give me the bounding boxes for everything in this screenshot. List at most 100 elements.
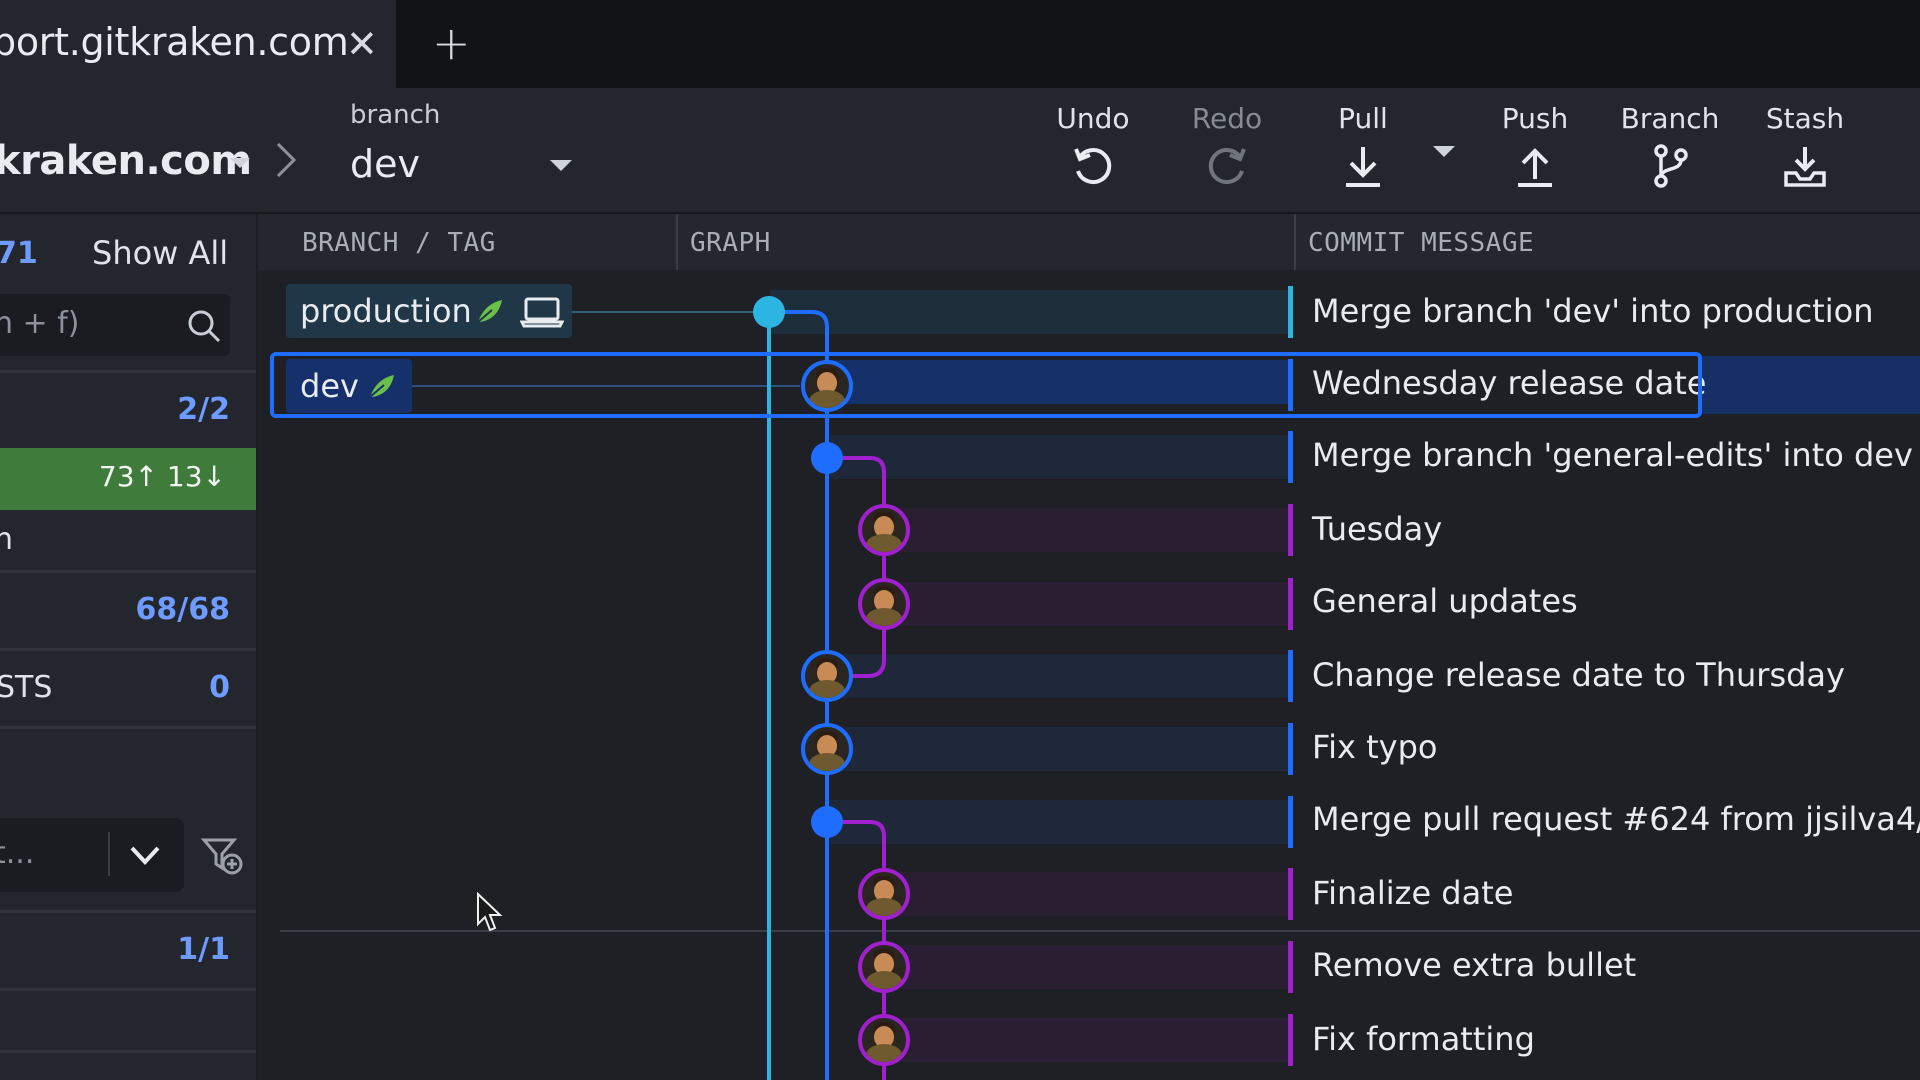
graph-row[interactable]	[830, 360, 1290, 404]
stash-label: Stash	[1765, 102, 1845, 135]
lane-marker	[1288, 504, 1293, 556]
branch-label-btn: Branch	[1620, 102, 1720, 135]
commit-message[interactable]: Fix formatting	[1312, 1020, 1535, 1058]
plus-icon[interactable]: +	[432, 16, 471, 70]
commit-node[interactable]	[811, 806, 843, 838]
commit-avatar[interactable]	[858, 578, 910, 630]
divider	[0, 910, 256, 913]
divider	[108, 832, 110, 876]
push-button[interactable]: Push	[1480, 102, 1590, 202]
redo-icon	[1208, 148, 1246, 185]
divider	[0, 370, 256, 373]
divider	[0, 726, 256, 729]
graph-row[interactable]	[890, 582, 1290, 626]
tab-active[interactable]: port.gitkraken.com ✕	[0, 0, 396, 88]
left-panel: 71 Show All n + f) 2/2 73↑ 13↓ n 68/68 S…	[0, 214, 256, 1080]
chevron-down-icon[interactable]	[128, 840, 162, 870]
branch-label: branch	[350, 100, 441, 130]
search-icon[interactable]	[186, 308, 222, 344]
commit-avatar[interactable]	[801, 360, 853, 412]
pull-requests-section[interactable]: STS	[0, 670, 52, 705]
pull-icon	[1346, 147, 1380, 187]
commit-message[interactable]: Wednesday release date	[1312, 364, 1706, 402]
commit-message[interactable]: Merge branch 'general-edits' into dev	[1312, 436, 1913, 474]
column-header-branch-tag[interactable]: BRANCH / TAG	[258, 214, 678, 270]
commit-message[interactable]: Merge branch 'dev' into production	[1312, 292, 1873, 330]
divider	[0, 570, 256, 573]
undo-label: Undo	[1056, 102, 1130, 135]
ref-production[interactable]: production	[286, 284, 572, 338]
lane-marker	[1288, 650, 1293, 702]
commit-message[interactable]: General updates	[1312, 582, 1578, 620]
ref-label: dev	[300, 367, 359, 405]
graph-row[interactable]	[890, 1018, 1290, 1062]
repo-name[interactable]: kraken.com	[0, 138, 252, 184]
commit-avatar[interactable]	[858, 941, 910, 993]
lane-marker	[1288, 723, 1293, 775]
chevron-right-icon	[276, 142, 297, 178]
branch-selector[interactable]: dev	[350, 142, 420, 186]
graph-row[interactable]	[890, 508, 1290, 552]
cursor-icon	[477, 892, 503, 932]
stash-button[interactable]: Stash	[1750, 102, 1860, 202]
graph-row[interactable]	[830, 800, 1290, 844]
commit-message[interactable]: Change release date to Thursday	[1312, 656, 1845, 694]
lane-marker	[1288, 941, 1293, 993]
lane-marker	[1288, 868, 1293, 920]
toolbar: kraken.com branch dev Undo Redo Pull Pus…	[0, 88, 1920, 214]
commit-node[interactable]	[753, 296, 785, 328]
tab-title: port.gitkraken.com	[0, 20, 349, 64]
repo-count: 71	[0, 236, 38, 271]
commit-message[interactable]: Tuesday	[1312, 510, 1442, 548]
commit-message[interactable]: Merge pull request #624 from jjsilva4/v7…	[1312, 800, 1920, 838]
graph-row[interactable]	[830, 727, 1290, 771]
ahead-behind-badge: 73↑ 13↓	[98, 460, 226, 493]
graph-row[interactable]	[890, 872, 1290, 916]
graph-row[interactable]	[770, 290, 1290, 334]
chevron-down-icon[interactable]	[550, 160, 572, 171]
commit-avatar[interactable]	[858, 504, 910, 556]
filter-add-icon[interactable]	[200, 834, 244, 878]
branch-icon	[1654, 144, 1688, 188]
branch-button[interactable]: Branch	[1615, 102, 1725, 202]
commit-message[interactable]: Remove extra bullet	[1312, 946, 1636, 984]
branch-list-item[interactable]: n	[0, 522, 13, 557]
undo-button[interactable]: Undo	[1038, 102, 1148, 202]
search-input[interactable]: n + f)	[0, 294, 230, 356]
graph-row[interactable]	[830, 654, 1290, 698]
commit-node[interactable]	[811, 442, 843, 474]
commit-avatar[interactable]	[801, 723, 853, 775]
filter-placeholder: t...	[0, 836, 35, 871]
show-all-button[interactable]: Show All	[92, 234, 228, 272]
divider	[0, 1050, 256, 1053]
divider	[0, 988, 256, 991]
commit-message[interactable]: Fix typo	[1312, 728, 1437, 766]
redo-button[interactable]: Redo	[1172, 102, 1282, 202]
leaf-icon	[477, 300, 502, 323]
filter-input[interactable]: t...	[0, 818, 184, 892]
pull-requests-count: 0	[209, 670, 230, 705]
pull-button[interactable]: Pull	[1308, 102, 1418, 202]
remote-count: 68/68	[135, 592, 230, 627]
graph-row[interactable]	[830, 435, 1290, 479]
current-branch-row[interactable]: 73↑ 13↓	[0, 448, 256, 510]
commit-message[interactable]: Finalize date	[1312, 874, 1513, 912]
chevron-down-icon[interactable]	[1433, 146, 1455, 157]
selected-row-extension[interactable]	[1700, 356, 1920, 414]
ref-dev[interactable]: dev	[286, 359, 412, 413]
push-label: Push	[1501, 102, 1569, 135]
commit-avatar[interactable]	[801, 650, 853, 702]
close-icon[interactable]: ✕	[346, 20, 378, 68]
search-placeholder: n + f)	[0, 306, 80, 341]
chevron-down-icon[interactable]	[230, 158, 250, 168]
lane-marker	[1288, 578, 1293, 630]
graph-row[interactable]	[890, 945, 1290, 989]
commit-avatar[interactable]	[858, 1014, 910, 1066]
push-icon	[1518, 148, 1552, 187]
ref-label: production	[300, 292, 472, 330]
lane-marker	[1288, 431, 1293, 483]
tab-bar: port.gitkraken.com ✕ +	[0, 0, 1920, 88]
column-header-commit-message[interactable]: COMMIT MESSAGE	[1296, 214, 1920, 270]
lane-marker	[1288, 1014, 1293, 1066]
commit-avatar[interactable]	[858, 868, 910, 920]
